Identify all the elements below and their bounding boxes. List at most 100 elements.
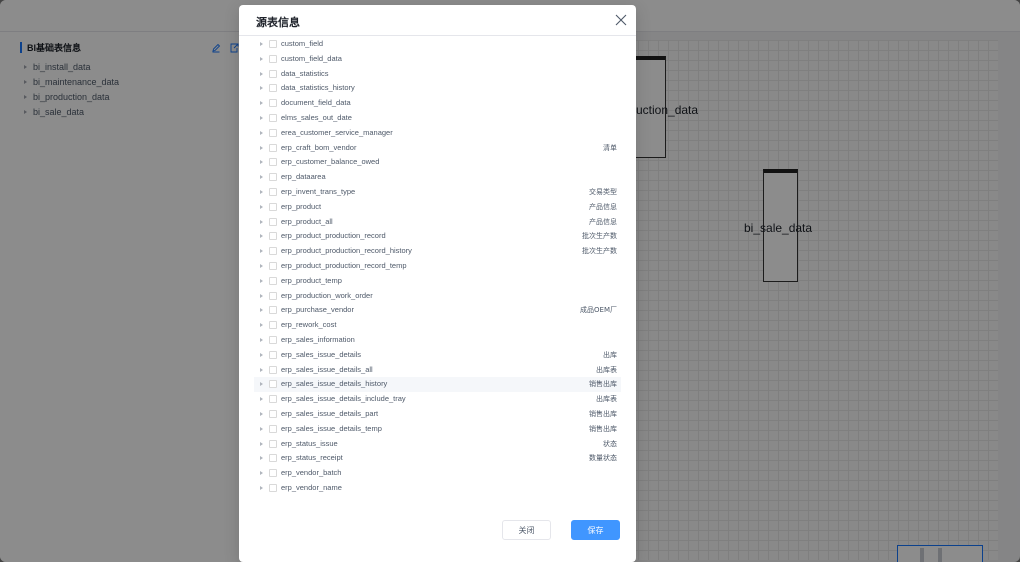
table-row[interactable]: erp_product 产品信息 xyxy=(254,200,621,215)
close-icon[interactable] xyxy=(615,14,627,26)
table-row[interactable]: erp_sales_issue_details_all 出库表 xyxy=(254,363,621,378)
table-row[interactable]: erp_rework_cost xyxy=(254,318,621,333)
row-checkbox[interactable] xyxy=(269,261,277,270)
table-row[interactable]: erp_product_all 产品信息 xyxy=(254,215,621,230)
row-checkbox[interactable] xyxy=(269,276,277,285)
row-checkbox[interactable] xyxy=(269,202,277,211)
cancel-button[interactable]: 关闭 xyxy=(502,520,551,540)
caret-right-icon[interactable] xyxy=(260,323,263,328)
caret-right-icon[interactable] xyxy=(260,411,263,416)
table-name: document_field_data xyxy=(281,98,351,108)
caret-right-icon[interactable] xyxy=(260,234,263,239)
caret-right-icon[interactable] xyxy=(260,293,263,298)
table-row[interactable]: custom_field_data xyxy=(254,52,621,67)
table-row[interactable]: erp_invent_trans_type 交易类型 xyxy=(254,185,621,200)
table-row[interactable]: erp_dataarea xyxy=(254,170,621,185)
row-checkbox[interactable] xyxy=(269,99,277,108)
caret-right-icon[interactable] xyxy=(260,101,263,106)
caret-right-icon[interactable] xyxy=(260,160,263,165)
caret-right-icon[interactable] xyxy=(260,337,263,342)
row-checkbox[interactable] xyxy=(269,173,277,182)
table-row[interactable]: erp_product_temp xyxy=(254,274,621,289)
table-row[interactable]: erp_customer_balance_owed xyxy=(254,155,621,170)
row-checkbox[interactable] xyxy=(269,365,277,374)
save-button[interactable]: 保存 xyxy=(571,520,620,540)
row-checkbox[interactable] xyxy=(269,321,277,330)
caret-right-icon[interactable] xyxy=(260,219,263,224)
table-row[interactable]: erp_sales_issue_details_part 销售出库 xyxy=(254,407,621,422)
caret-right-icon[interactable] xyxy=(260,145,263,150)
table-row[interactable]: erp_production_work_order xyxy=(254,289,621,304)
row-checkbox[interactable] xyxy=(269,335,277,344)
caret-right-icon[interactable] xyxy=(260,441,263,446)
row-checkbox[interactable] xyxy=(269,54,277,63)
table-row[interactable]: erp_vendor_batch xyxy=(254,466,621,481)
row-checkbox[interactable] xyxy=(269,128,277,137)
table-row[interactable]: erp_sales_issue_details_history 销售出库 xyxy=(254,377,621,393)
caret-right-icon[interactable] xyxy=(260,382,263,387)
table-row[interactable]: data_statistics_history xyxy=(254,81,621,96)
caret-right-icon[interactable] xyxy=(260,471,263,476)
caret-right-icon[interactable] xyxy=(260,456,263,461)
caret-right-icon[interactable] xyxy=(260,130,263,135)
caret-right-icon[interactable] xyxy=(260,308,263,313)
table-row[interactable]: erea_customer_service_manager xyxy=(254,126,621,141)
row-checkbox[interactable] xyxy=(269,69,277,78)
table-comment: 出库表 xyxy=(596,365,617,374)
caret-right-icon[interactable] xyxy=(260,249,263,254)
row-checkbox[interactable] xyxy=(269,247,277,256)
table-row[interactable]: erp_vendor_name xyxy=(254,481,621,496)
caret-right-icon[interactable] xyxy=(260,115,263,120)
caret-right-icon[interactable] xyxy=(260,42,263,46)
row-checkbox[interactable] xyxy=(269,469,277,478)
table-row[interactable]: erp_product_production_record 批次生产数 xyxy=(254,229,621,244)
row-checkbox[interactable] xyxy=(269,424,277,433)
table-row[interactable]: erp_sales_issue_details_temp 销售出库 xyxy=(254,422,621,437)
row-checkbox[interactable] xyxy=(269,217,277,226)
caret-right-icon[interactable] xyxy=(260,397,263,402)
caret-right-icon[interactable] xyxy=(260,278,263,283)
caret-right-icon[interactable] xyxy=(260,485,263,490)
row-checkbox[interactable] xyxy=(269,143,277,152)
caret-right-icon[interactable] xyxy=(260,426,263,431)
table-row[interactable]: erp_status_issue 状态 xyxy=(254,437,621,452)
row-checkbox[interactable] xyxy=(269,158,277,167)
table-row[interactable]: erp_sales_issue_details 出库 xyxy=(254,348,621,363)
table-row[interactable]: erp_status_receipt 数量状态 xyxy=(254,451,621,466)
table-row[interactable]: erp_product_production_record_history 批次生… xyxy=(254,244,621,259)
row-checkbox[interactable] xyxy=(269,291,277,300)
row-checkbox[interactable] xyxy=(269,409,277,418)
table-row[interactable]: data_statistics xyxy=(254,67,621,82)
table-name: erp_product_production_record_temp xyxy=(281,260,407,270)
caret-right-icon[interactable] xyxy=(260,189,263,194)
row-checkbox[interactable] xyxy=(269,232,277,241)
table-row[interactable]: elms_sales_out_date xyxy=(254,111,621,126)
table-row[interactable]: erp_purchase_vendor 成品OEM厂 xyxy=(254,303,621,318)
table-list[interactable]: custom_field custom_field_data data_statis… xyxy=(254,37,621,503)
table-row[interactable]: erp_sales_issue_details_include_tray 出库表 xyxy=(254,392,621,407)
caret-right-icon[interactable] xyxy=(260,175,263,180)
row-checkbox[interactable] xyxy=(269,395,277,404)
row-checkbox[interactable] xyxy=(269,187,277,196)
caret-right-icon[interactable] xyxy=(260,86,263,91)
row-checkbox[interactable] xyxy=(269,40,277,48)
row-checkbox[interactable] xyxy=(269,483,277,492)
row-checkbox[interactable] xyxy=(269,454,277,463)
caret-right-icon[interactable] xyxy=(260,367,263,372)
row-checkbox[interactable] xyxy=(269,113,277,122)
caret-right-icon[interactable] xyxy=(260,263,263,268)
row-checkbox[interactable] xyxy=(269,380,277,389)
row-checkbox[interactable] xyxy=(269,84,277,93)
table-row[interactable]: erp_sales_information xyxy=(254,333,621,348)
row-checkbox[interactable] xyxy=(269,439,277,448)
caret-right-icon[interactable] xyxy=(260,56,263,61)
row-checkbox[interactable] xyxy=(269,350,277,359)
table-row[interactable]: custom_field xyxy=(254,37,621,52)
row-checkbox[interactable] xyxy=(269,306,277,315)
table-row[interactable]: document_field_data xyxy=(254,96,621,111)
caret-right-icon[interactable] xyxy=(260,204,263,209)
caret-right-icon[interactable] xyxy=(260,71,263,76)
caret-right-icon[interactable] xyxy=(260,352,263,357)
table-row[interactable]: erp_product_production_record_temp xyxy=(254,259,621,274)
table-row[interactable]: erp_craft_bom_vendor 清单 xyxy=(254,141,621,156)
